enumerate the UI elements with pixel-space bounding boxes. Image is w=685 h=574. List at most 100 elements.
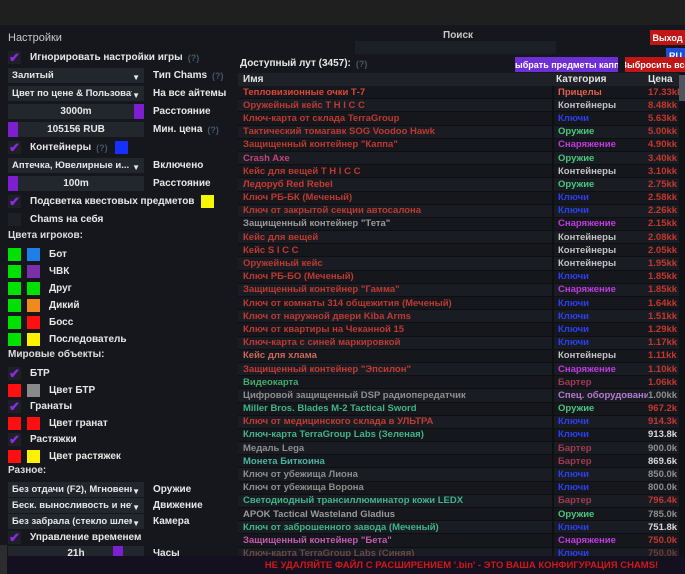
chams-self-checkbox[interactable]	[8, 213, 21, 226]
all-items-dropdown[interactable]: Цвет по цене & Пользователь	[8, 86, 144, 101]
help-hint[interactable]: (?)	[188, 53, 200, 63]
table-row[interactable]: Ключ от закрытой секции автосалонаКлючи2…	[238, 205, 679, 218]
invisible-color-swatch[interactable]	[27, 282, 40, 295]
table-row[interactable]: Ключ от комнаты 314 общежития (Меченый)К…	[238, 297, 679, 310]
btr-color-swatch-1[interactable]	[8, 384, 21, 397]
table-row[interactable]: Тактический томагавк SOG Voodoo HawkОруж…	[238, 126, 679, 139]
table-row[interactable]: Ключ РБ-БО (Меченый)Ключи1.85kk	[238, 271, 679, 284]
table-row[interactable]: Медаль LegaБартер900.0k	[238, 442, 679, 455]
table-row[interactable]: Кейс S I C CКонтейнеры2.05kk	[238, 244, 679, 257]
item-price: 1.00kk	[648, 390, 679, 401]
btr-color-swatch-2[interactable]	[27, 384, 40, 397]
help-hint[interactable]: (?)	[96, 143, 108, 153]
visible-color-swatch[interactable]	[8, 316, 21, 329]
table-row[interactable]: Ключ от наружной двери Kiba ArmsКлючи1.5…	[238, 310, 679, 323]
table-row[interactable]: Ключ от заброшенного завода (Меченый)Клю…	[238, 521, 679, 534]
table-row[interactable]: Монета БиткоинаБартер869.6k	[238, 455, 679, 468]
container-distance-slider[interactable]: 100m	[8, 176, 144, 191]
exit-button[interactable]: Выход	[650, 30, 685, 45]
item-name: Монета Биткоина	[238, 456, 552, 467]
table-row[interactable]: Светодиодный трансиллюминатор кожи LEDXБ…	[238, 495, 679, 508]
invisible-color-swatch[interactable]	[27, 299, 40, 312]
item-name: Ключ от квартиры на Чеканной 15	[238, 324, 552, 335]
invisible-color-swatch[interactable]	[27, 265, 40, 278]
check-icon	[9, 193, 20, 211]
help-hint[interactable]: (?)	[356, 59, 368, 69]
item-price: 1.06kk	[648, 377, 679, 388]
chams-type-dropdown[interactable]: Залитый	[8, 68, 144, 83]
help-hint[interactable]: (?)	[207, 125, 219, 135]
slider-handle[interactable]	[8, 176, 18, 191]
container-filter-dropdown[interactable]: Аптечка, Ювелирные и...	[8, 158, 144, 173]
table-row[interactable]: Ключ-карта от склада TerraGroupКлючи5.63…	[238, 112, 679, 125]
movement-dropdown[interactable]: Беск. выносливость и нет уста	[8, 498, 144, 513]
quest-color-swatch[interactable]	[201, 195, 214, 208]
grenade-color-swatch-1[interactable]	[8, 417, 21, 430]
slider-handle[interactable]	[134, 104, 144, 119]
table-row[interactable]: Ключ-карта с синей маркировкойКлючи1.17k…	[238, 337, 679, 350]
item-name: Кейс S I C C	[238, 245, 552, 256]
grenades-checkbox[interactable]	[8, 400, 21, 413]
table-row[interactable]: Ключ РБ-БК (Меченый)Ключи2.58kk	[238, 192, 679, 205]
table-row[interactable]: Ключ от медицинского склада в УЛЬТРАКлюч…	[238, 416, 679, 429]
table-row[interactable]: Кейс для вещейКонтейнеры2.08kk	[238, 231, 679, 244]
visible-color-swatch[interactable]	[8, 333, 21, 346]
table-row[interactable]: APOK Tactical Wasteland GladiusОружие785…	[238, 508, 679, 521]
table-row[interactable]: Цифровой защищенный DSP радиопередатчикС…	[238, 389, 679, 402]
min-price-label: Мин. цена	[153, 124, 202, 135]
table-row[interactable]: Ключ от убежища ВоронаКлючи800.0k	[238, 482, 679, 495]
slider-handle[interactable]	[8, 122, 18, 137]
scrollbar-thumb[interactable]	[679, 75, 685, 101]
tripwires-checkbox[interactable]	[8, 433, 21, 446]
tripwire-color-swatch-1[interactable]	[8, 450, 21, 463]
table-row[interactable]: Защищенный контейнер "Гамма"Снаряжение1.…	[238, 284, 679, 297]
table-row[interactable]: Crash AxeОружие3.40kk	[238, 152, 679, 165]
invisible-color-swatch[interactable]	[27, 316, 40, 329]
search-input[interactable]	[355, 41, 556, 54]
item-name: Тактический томагавк SOG Voodoo Hawk	[238, 126, 552, 137]
table-row[interactable]: Оружейный кейс T H I C CКонтейнеры8.48kk	[238, 99, 679, 112]
invisible-color-swatch[interactable]	[27, 333, 40, 346]
table-row[interactable]: Ключ от убежища ЛионаКлючи850.0k	[238, 468, 679, 481]
distance-slider[interactable]: 3000m	[8, 104, 144, 119]
table-row[interactable]: Оружейный кейсКонтейнеры1.95kk	[238, 257, 679, 270]
visible-color-swatch[interactable]	[8, 265, 21, 278]
visible-color-swatch[interactable]	[8, 282, 21, 295]
table-row[interactable]: Тепловизионные очки Т-7Прицелы17.33kk	[238, 86, 679, 99]
containers-color-swatch[interactable]	[115, 141, 128, 154]
item-category: Контейнеры	[552, 165, 648, 177]
column-header-price[interactable]: Цена	[648, 74, 679, 85]
table-row[interactable]: Ключ-карта TerraGroup Labs (Зеленая)Ключ…	[238, 429, 679, 442]
table-row[interactable]: Ледоруб Red RebelОружие2.75kk	[238, 178, 679, 191]
camera-dropdown[interactable]: Без забрала (стекло шлема)	[8, 514, 144, 529]
item-price: 914.3k	[648, 416, 679, 427]
table-row[interactable]: Кейс для вещей T H I C CКонтейнеры3.10kk	[238, 165, 679, 178]
containers-checkbox[interactable]	[8, 141, 21, 154]
quest-highlight-checkbox[interactable]	[8, 195, 21, 208]
help-hint[interactable]: (?)	[212, 71, 224, 81]
weapon-dropdown[interactable]: Без отдачи (F2), Мгновенное п	[8, 482, 144, 497]
column-header-name[interactable]: Имя	[238, 74, 552, 85]
invisible-color-swatch[interactable]	[27, 248, 40, 261]
ignore-game-settings-checkbox[interactable]	[8, 51, 21, 64]
table-row[interactable]: ВидеокартаБартер1.06kk	[238, 376, 679, 389]
grenade-color-swatch-2[interactable]	[27, 417, 40, 430]
column-header-category[interactable]: Категория	[552, 74, 648, 85]
table-row[interactable]: Ключ-карта TerraGroup Labs (Синяя)Ключи7…	[238, 548, 679, 556]
min-price-slider[interactable]: 105156 RUB	[8, 122, 144, 137]
visible-color-swatch[interactable]	[8, 299, 21, 312]
visible-color-swatch[interactable]	[8, 248, 21, 261]
btr-checkbox[interactable]	[8, 367, 21, 380]
table-row[interactable]: Защищенный контейнер "Бета"Снаряжение750…	[238, 534, 679, 547]
table-row[interactable]: Miller Bros. Blades M-2 Tactical SwordОр…	[238, 403, 679, 416]
weapon-label: Оружие	[153, 484, 191, 495]
tripwire-color-swatch-2[interactable]	[27, 450, 40, 463]
table-row[interactable]: Ключ от квартиры на Чеканной 15Ключи1.29…	[238, 323, 679, 336]
table-scrollbar[interactable]	[679, 73, 685, 556]
item-price: 2.15kk	[648, 218, 679, 229]
table-row[interactable]: Кейс для хламаКонтейнеры1.11kk	[238, 350, 679, 363]
table-row[interactable]: Защищенный контейнер "Каппа"Снаряжение4.…	[238, 139, 679, 152]
time-control-checkbox[interactable]	[8, 531, 21, 544]
table-row[interactable]: Защищенный контейнер "Тета"Снаряжение2.1…	[238, 218, 679, 231]
table-row[interactable]: Защищенный контейнер "Эпсилон"Снаряжение…	[238, 363, 679, 376]
